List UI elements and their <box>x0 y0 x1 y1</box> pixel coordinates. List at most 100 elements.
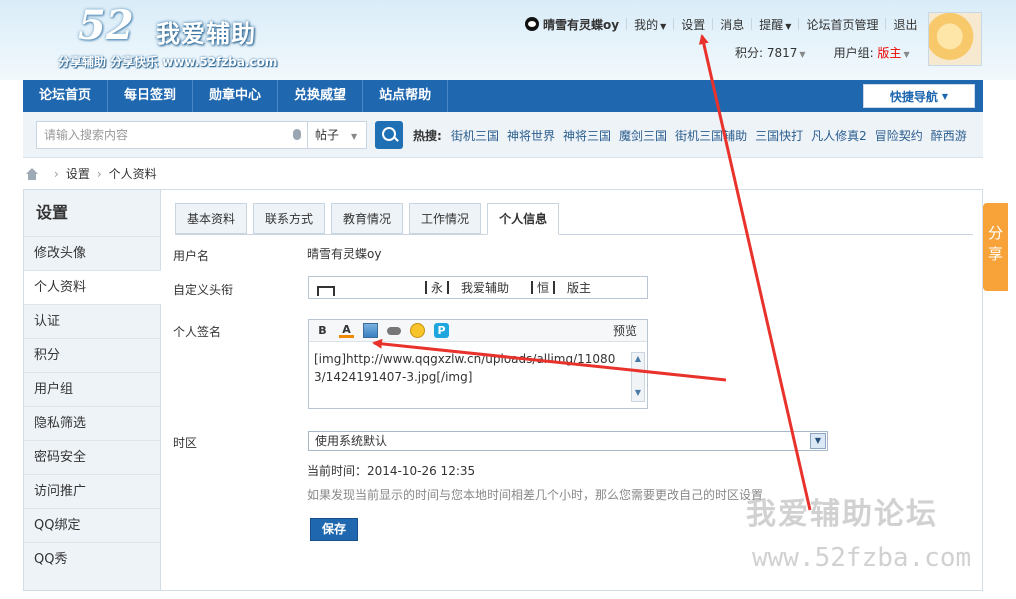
sidebar-item-qq-bind[interactable]: QQ绑定 <box>24 508 160 542</box>
scroll-down-icon[interactable]: ▼ <box>632 387 644 399</box>
tab-basic[interactable]: 基本资料 <box>175 203 248 234</box>
sidebar-item-qq-show[interactable]: QQ秀 <box>24 542 160 576</box>
title-decoration-icon <box>317 285 335 296</box>
font-color-icon[interactable]: A <box>339 323 354 338</box>
settings-sidebar: 设置 修改头像 个人资料 认证 积分 用户组 隐私筛选 密码安全 访问推广 QQ… <box>24 190 161 590</box>
sidebar-item-verify[interactable]: 认证 <box>24 304 160 338</box>
forum-admin-link[interactable]: 论坛首页管理 <box>806 16 878 33</box>
quick-nav-button[interactable]: 快捷导航 ▼ <box>863 84 975 108</box>
logout-link[interactable]: 退出 <box>893 16 917 33</box>
main-nav: 论坛首页 每日签到 勋章中心 兑换威望 站点帮助 快捷导航 ▼ <box>23 80 983 112</box>
scroll-track[interactable] <box>632 365 644 387</box>
sidebar-item-points[interactable]: 积分 <box>24 338 160 372</box>
hot-search-item[interactable]: 冒险契约 <box>875 127 923 144</box>
logo-number[interactable]: 52 <box>78 2 134 49</box>
usergroup-label: 用户组: <box>833 46 878 60</box>
points-label: 积分: 7817 <box>735 46 798 60</box>
hot-search-item[interactable]: 街机三国辅助 <box>675 127 747 144</box>
user-stats: 积分: 7817 ▼ 用户组: 版主 ▼ <box>735 44 910 61</box>
tab-work[interactable]: 工作情况 <box>409 203 482 234</box>
hot-search-item[interactable]: 三国快打 <box>755 127 803 144</box>
sidebar-item-promotion[interactable]: 访问推广 <box>24 474 160 508</box>
timezone-label: 时区 <box>173 436 198 450</box>
chevron-down-icon: ▼ <box>785 21 792 31</box>
title-part: 恒 <box>537 281 550 295</box>
chevron-down-icon[interactable]: ▼ <box>810 433 826 449</box>
scrollbar[interactable]: ▲ ▼ <box>631 352 645 402</box>
sidebar-item-usergroup[interactable]: 用户组 <box>24 372 160 406</box>
divider <box>447 281 450 294</box>
search-type-select[interactable]: 帖子 ▼ <box>307 121 367 149</box>
divider <box>673 18 675 30</box>
messages-link[interactable]: 消息 <box>720 16 744 33</box>
watermark-title: 我爱辅助论坛 <box>746 497 938 532</box>
tab-contact[interactable]: 联系方式 <box>253 203 326 234</box>
chevron-down-icon: ▼ <box>903 50 910 59</box>
nav-item-medals[interactable]: 勋章中心 <box>193 80 279 112</box>
save-button[interactable]: 保存 <box>310 518 358 541</box>
share-tab[interactable]: 分享 <box>983 203 1008 291</box>
hot-search-item[interactable]: 魔剑三国 <box>619 127 667 144</box>
sidebar-item-privacy[interactable]: 隐私筛选 <box>24 406 160 440</box>
signature-textarea[interactable]: [img]http://www.qqgxzlw.cn/uploads/allim… <box>314 350 624 386</box>
search-type-label: 帖子 <box>315 128 340 142</box>
logo-text[interactable]: 我爱辅助 <box>156 14 256 49</box>
avatar[interactable] <box>928 12 982 66</box>
smiley-icon[interactable] <box>410 323 425 338</box>
timezone-select[interactable]: 使用系统默认 ▼ <box>308 431 828 451</box>
user-bar: 晴雪有灵蝶oy 我的 ▼ 设置 消息 提醒 ▼ 论坛首页管理 退出 <box>525 15 917 33</box>
microphone-icon[interactable] <box>293 129 301 140</box>
hot-search-item[interactable]: 醉西游 <box>931 127 967 144</box>
sidebar-item-avatar[interactable]: 修改头像 <box>24 236 160 270</box>
paste-icon[interactable]: P <box>434 323 449 338</box>
search-bar: 请输入搜索内容 帖子 ▼ 热搜: 街机三国 神将世界 神将三国 魔剑三国 街机三国… <box>23 112 983 158</box>
nav-item-exchange[interactable]: 兑换威望 <box>278 80 364 112</box>
chevron-down-icon: ▼ <box>351 132 358 141</box>
tab-personal[interactable]: 个人信息 <box>487 203 560 235</box>
bold-icon[interactable]: B <box>315 323 330 338</box>
breadcrumb-separator: › <box>96 166 102 181</box>
custom-title-field[interactable]: 永 我爱辅助 恒 版主 <box>308 276 648 299</box>
image-icon[interactable] <box>363 323 378 338</box>
title-part: 我爱辅助 <box>461 281 510 295</box>
preview-button[interactable]: 预览 <box>613 322 637 339</box>
divider <box>885 18 887 30</box>
hot-search-item[interactable]: 凡人修真2 <box>811 127 867 144</box>
my-menu-link[interactable]: 我的 ▼ <box>634 16 666 33</box>
nav-item-home[interactable]: 论坛首页 <box>23 80 109 112</box>
divider <box>425 281 427 294</box>
breadcrumb-separator: › <box>54 166 59 181</box>
points-link[interactable]: 积分: 7817 ▼ <box>735 44 806 61</box>
link-icon[interactable] <box>387 326 401 335</box>
user-name-link[interactable]: 晴雪有灵蝶oy <box>543 16 619 33</box>
hot-search-item[interactable]: 街机三国 <box>451 127 499 144</box>
hot-search-item[interactable]: 神将三国 <box>563 127 611 144</box>
hot-search-item[interactable]: 神将世界 <box>507 127 555 144</box>
site-header: 52 我爱辅助 分享辅助 分享快乐 www.52fzba.com 晴雪有灵蝶oy… <box>0 0 1016 80</box>
tab-education[interactable]: 教育情况 <box>331 203 404 234</box>
scroll-up-icon[interactable]: ▲ <box>632 353 644 365</box>
home-icon[interactable] <box>25 167 39 180</box>
usergroup-link[interactable]: 用户组: 版主 ▼ <box>834 44 910 61</box>
divider <box>553 281 556 294</box>
username-value: 晴雪有灵蝶oy <box>307 247 382 261</box>
sidebar-item-password[interactable]: 密码安全 <box>24 440 160 474</box>
notifications-link[interactable]: 提醒 ▼ <box>759 16 791 33</box>
nav-item-checkin[interactable]: 每日签到 <box>108 80 194 112</box>
divider <box>798 18 800 30</box>
title-part: 版主 <box>567 281 592 295</box>
current-time: 当前时间：2014-10-26 12:35 <box>307 464 476 478</box>
breadcrumb-item-settings[interactable]: 设置 <box>66 165 90 182</box>
logo-slogan: 分享辅助 分享快乐 www.52fzba.com <box>58 55 278 69</box>
sidebar-item-profile[interactable]: 个人资料 <box>24 270 161 304</box>
sidebar-title: 设置 <box>36 203 69 222</box>
search-button[interactable] <box>375 121 403 149</box>
signature-label: 个人签名 <box>173 325 222 339</box>
search-input[interactable]: 请输入搜索内容 <box>36 121 326 149</box>
settings-link[interactable]: 设置 <box>681 16 705 33</box>
nav-item-help[interactable]: 站点帮助 <box>363 80 449 112</box>
chevron-down-icon: ▼ <box>660 21 667 31</box>
custom-title-label: 自定义头衔 <box>173 283 234 297</box>
divider <box>626 18 628 30</box>
